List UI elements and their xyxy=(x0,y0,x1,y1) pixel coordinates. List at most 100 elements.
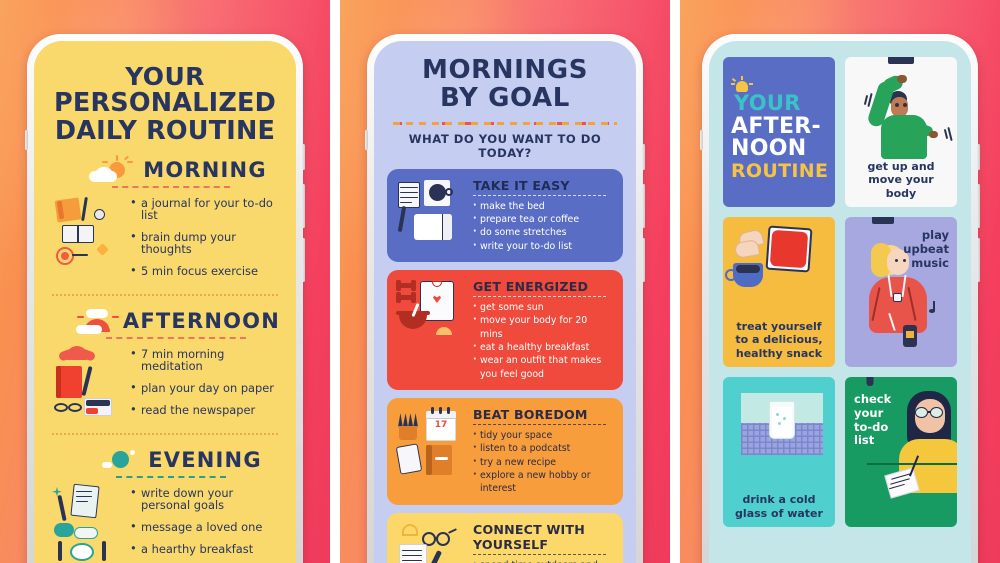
tile-check-todo-list[interactable]: check your to-do list xyxy=(845,377,957,527)
section-body-afternoon: 7 min morning meditation plan your day o… xyxy=(50,345,280,427)
goal-card-get-energized[interactable]: GET ENERGIZED get some sun move your bod… xyxy=(387,270,623,391)
list-item: do some stretches xyxy=(473,225,612,239)
panel-afternoon-routine: YOUR AFTER- NOON ROUTINE get up and move… xyxy=(680,0,1000,563)
screenshot-stage: YOUR PERSONALIZED DAILY ROUTINE MORNING … xyxy=(0,0,1000,563)
afternoon-icons xyxy=(50,345,124,424)
phone-power-button-3[interactable] xyxy=(977,238,980,282)
calendar-day: 17 xyxy=(434,420,448,431)
sun-icon xyxy=(731,76,753,93)
title-your: YOUR xyxy=(734,91,801,115)
screen-mornings-by-goal: MORNINGS BY GOAL WHAT DO YOU WANT TO DO … xyxy=(374,41,636,563)
tile-move-your-body[interactable]: get up and move your body xyxy=(845,57,957,207)
list-item: try a new recipe xyxy=(473,455,612,469)
phone-volume-down-3[interactable] xyxy=(977,184,980,228)
card-text: GET ENERGIZED get some sun move your bod… xyxy=(473,279,612,381)
list-item: 7 min morning meditation xyxy=(130,348,280,373)
list-item: a hearthy breakfast xyxy=(130,543,280,556)
list-item: brain dump your thoughts xyxy=(130,231,280,256)
section-underline-morning xyxy=(112,186,230,189)
page-subtitle-2: WHAT DO YOU WANT TO DO TODAY? xyxy=(408,131,602,160)
section-evening: EVENING • write down your personal goals… xyxy=(50,448,280,563)
list-item: get some sun xyxy=(473,300,612,314)
card-title: CONNECT WITH YOURSELF xyxy=(473,521,585,552)
tile-healthy-snack[interactable]: treat yourself to a delicious, healthy s… xyxy=(723,217,835,367)
phone-volume-up-3[interactable] xyxy=(977,144,980,170)
tile-grid: YOUR AFTER- NOON ROUTINE get up and move… xyxy=(723,57,957,527)
panel-mornings-by-goal: MORNINGS BY GOAL WHAT DO YOU WANT TO DO … xyxy=(340,0,670,563)
list-item: write your to-do list xyxy=(473,239,612,253)
card-list: make the bed prepare tea or coffee do so… xyxy=(473,199,612,253)
section-title-evening: EVENING xyxy=(148,447,262,472)
title-routine: ROUTINE xyxy=(731,160,829,182)
page-title-1: YOUR PERSONALIZED DAILY ROUTINE xyxy=(50,63,280,145)
evening-list: write down your personal goals message a… xyxy=(130,485,280,563)
panel-daily-routine: YOUR PERSONALIZED DAILY ROUTINE MORNING … xyxy=(0,0,330,563)
section-body-morning: a journal for your to-do list brain dump… xyxy=(50,195,280,288)
tile-drink-water[interactable]: drink a cold glass of water xyxy=(723,377,835,527)
card-underline xyxy=(473,424,607,426)
section-title-morning: MORNING xyxy=(143,158,267,183)
clip-icon xyxy=(872,217,895,224)
phone-volume-up-1[interactable] xyxy=(302,144,305,170)
title-line-2: PERSONALIZED xyxy=(53,88,277,118)
card-underline xyxy=(473,553,607,555)
section-heading-evening: EVENING xyxy=(50,448,280,472)
list-item: write down your personal goals xyxy=(130,487,280,512)
card-title: BEAT BOREDOM xyxy=(473,407,588,423)
goal-card-connect-with-yourself[interactable]: CONNECT WITH YOURSELF spend time outdoor… xyxy=(387,512,623,563)
section-title-afternoon: AFTERNOON xyxy=(122,308,280,333)
card-text: BEAT BOREDOM tidy your space listen to a… xyxy=(473,407,612,496)
morning-icons xyxy=(50,195,124,273)
list-item: tidy your space xyxy=(473,428,612,442)
phone-silent-switch-3[interactable] xyxy=(700,130,703,150)
card-title: TAKE IT EASY xyxy=(473,177,570,193)
phone-volume-down-2[interactable] xyxy=(642,184,645,228)
tile-caption: treat yourself to a delicious, healthy s… xyxy=(735,319,823,360)
phone-volume-up-2[interactable] xyxy=(642,144,645,170)
list-item: prepare tea or coffee xyxy=(473,212,612,226)
phone-power-button-2[interactable] xyxy=(642,238,645,282)
moon-icon xyxy=(94,448,140,472)
tile-caption: get up and move your body xyxy=(867,159,935,200)
phone-volume-down-1[interactable] xyxy=(302,184,305,228)
phone-power-button-1[interactable] xyxy=(302,238,305,282)
section-underline-afternoon xyxy=(106,336,246,339)
card-list: get some sun move your body for 20 mins … xyxy=(473,300,612,381)
paperclip-icon xyxy=(866,377,874,386)
card-underline xyxy=(473,296,607,297)
morning-list: a journal for your to-do list brain dump… xyxy=(130,195,280,288)
section-morning: MORNING • a journal for your to-do list … xyxy=(50,155,280,296)
page-title-2: MORNINGS BY GOAL xyxy=(387,56,623,113)
title-divider xyxy=(393,121,617,125)
list-item: move your body for 20 mins xyxy=(473,313,612,341)
clip-icon xyxy=(888,57,914,64)
tile-caption: check your to-do list xyxy=(854,392,892,448)
sun-cloud-icon xyxy=(89,155,135,183)
list-item: 5 min focus exercise xyxy=(130,265,280,278)
title-line-3: DAILY ROUTINE xyxy=(54,115,276,146)
dumbbell-shirt-icon xyxy=(396,279,466,381)
list-item: wear an outfit that makes you feel good xyxy=(473,353,612,381)
phone-silent-switch-1[interactable] xyxy=(25,130,28,150)
goal-card-beat-boredom[interactable]: 17 BEAT BOREDOM tidy your space xyxy=(387,398,623,505)
phone-silent-switch-2[interactable] xyxy=(365,130,368,150)
list-item: spend time outdoors and take a walk xyxy=(473,558,612,563)
goal-card-take-it-easy[interactable]: TAKE IT EASY make the bed prepare tea or… xyxy=(387,168,623,262)
glasses-notepad-icon xyxy=(396,522,466,563)
phone-mockup-2: MORNINGS BY GOAL WHAT DO YOU WANT TO DO … xyxy=(365,34,645,563)
title-line-2: BY GOAL xyxy=(440,82,570,113)
title-line-1: YOUR xyxy=(125,62,205,91)
section-underline-evening xyxy=(116,475,226,478)
section-body-evening: write down your personal goals message a… xyxy=(50,483,280,563)
list-item: listen to a podcatst xyxy=(473,441,612,455)
tile-caption: drink a cold glass of water xyxy=(735,493,823,520)
tile-afternoon-title: YOUR AFTER- NOON ROUTINE xyxy=(723,57,835,207)
panel-separator-1 xyxy=(330,0,340,563)
screen-daily-routine: YOUR PERSONALIZED DAILY ROUTINE MORNING … xyxy=(34,41,296,563)
panel-separator-2 xyxy=(670,0,680,563)
tile-play-upbeat-music[interactable]: play upbeat music xyxy=(845,217,957,367)
title-noon: NOON xyxy=(731,136,807,161)
screen-afternoon-routine: YOUR AFTER- NOON ROUTINE get up and move… xyxy=(709,41,971,563)
list-item: read the newspaper xyxy=(130,404,280,417)
section-afternoon: AFTERNOON • 7 min morning meditation • p… xyxy=(50,308,280,435)
